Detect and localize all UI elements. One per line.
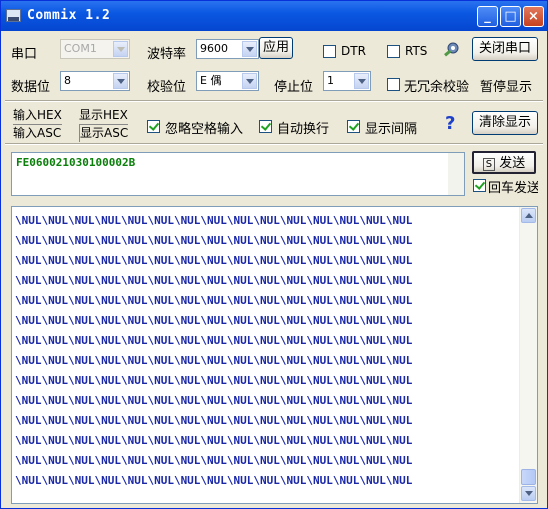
databits-label: 数据位 bbox=[11, 80, 51, 95]
ignore-space-label: 忽略空格输入 bbox=[165, 122, 244, 137]
chevron-down-icon[interactable] bbox=[113, 41, 128, 57]
parity-label: 校验位 bbox=[147, 80, 187, 95]
receive-line: \NUL\NUL\NUL\NUL\NUL\NUL\NUL\NUL\NUL\NUL… bbox=[15, 434, 413, 447]
help-icon[interactable]: ? bbox=[445, 113, 455, 134]
rts-checkbox[interactable] bbox=[387, 45, 400, 58]
auto-wrap-label: 自动换行 bbox=[277, 122, 330, 137]
show-interval-checkbox[interactable] bbox=[347, 120, 360, 133]
dtr-checkbox[interactable] bbox=[323, 45, 336, 58]
stopbits-label: 停止位 bbox=[274, 80, 314, 95]
receive-text: \NUL\NUL\NUL\NUL\NUL\NUL\NUL\NUL\NUL\NUL… bbox=[15, 211, 515, 491]
close-port-button[interactable]: 关闭串口 bbox=[472, 37, 538, 61]
baud-select[interactable]: 9600 bbox=[196, 39, 259, 59]
receive-line: \NUL\NUL\NUL\NUL\NUL\NUL\NUL\NUL\NUL\NUL… bbox=[15, 254, 413, 267]
pause-display-button[interactable]: 暂停显示 bbox=[480, 76, 532, 95]
databits-select[interactable]: 8 bbox=[60, 71, 130, 91]
enter-send-label: 回车发送 bbox=[488, 181, 538, 196]
input-asc-option[interactable]: 输入ASC bbox=[13, 125, 62, 142]
chevron-down-icon[interactable] bbox=[113, 73, 128, 89]
receive-line: \NUL\NUL\NUL\NUL\NUL\NUL\NUL\NUL\NUL\NUL… bbox=[15, 454, 413, 467]
port-select-value: COM1 bbox=[64, 42, 97, 55]
close-button[interactable]: × bbox=[523, 6, 544, 27]
enter-send-checkbox[interactable] bbox=[473, 179, 486, 192]
scroll-down-icon[interactable] bbox=[521, 486, 536, 501]
clear-display-button[interactable]: 清除显示 bbox=[472, 111, 538, 135]
display-hex-option[interactable]: 显示HEX bbox=[79, 107, 128, 124]
parity-select-value: E 偶 bbox=[200, 74, 222, 87]
ignore-space-checkbox[interactable] bbox=[147, 120, 160, 133]
show-interval-label: 显示间隔 bbox=[365, 122, 418, 137]
parity-select[interactable]: E 偶 bbox=[196, 71, 259, 91]
display-mode-toggle[interactable]: 显示HEX 显示ASC bbox=[79, 107, 129, 142]
send-scrollbar[interactable] bbox=[448, 153, 464, 195]
receive-line: \NUL\NUL\NUL\NUL\NUL\NUL\NUL\NUL\NUL\NUL… bbox=[15, 474, 413, 487]
display-asc-option[interactable]: 显示ASC bbox=[79, 124, 129, 142]
receive-line: \NUL\NUL\NUL\NUL\NUL\NUL\NUL\NUL\NUL\NUL… bbox=[15, 354, 413, 367]
no-redundant-checkbox[interactable] bbox=[387, 78, 400, 91]
receive-scrollbar[interactable] bbox=[519, 207, 537, 503]
send-button-label: 发送 bbox=[499, 156, 526, 171]
stopbits-select-value: 1 bbox=[327, 74, 334, 87]
port-label: 串口 bbox=[11, 47, 38, 62]
no-redundant-label: 无冗余校验 bbox=[404, 80, 470, 95]
databits-select-value: 8 bbox=[64, 74, 71, 87]
tools-icon[interactable] bbox=[442, 41, 460, 59]
baud-select-value: 9600 bbox=[200, 42, 228, 55]
input-mode-toggle[interactable]: 输入HEX 输入ASC bbox=[13, 107, 62, 142]
port-select[interactable]: COM1 bbox=[60, 39, 130, 59]
commix-window: Commix 1.2 _ □ × 串口 COM1 波特率 9600 应用 DTR… bbox=[0, 0, 548, 509]
receive-line: \NUL\NUL\NUL\NUL\NUL\NUL\NUL\NUL\NUL\NUL… bbox=[15, 274, 413, 287]
chevron-down-icon[interactable] bbox=[242, 41, 257, 57]
receive-area[interactable]: \NUL\NUL\NUL\NUL\NUL\NUL\NUL\NUL\NUL\NUL… bbox=[11, 206, 538, 504]
receive-line: \NUL\NUL\NUL\NUL\NUL\NUL\NUL\NUL\NUL\NUL… bbox=[15, 394, 413, 407]
receive-line: \NUL\NUL\NUL\NUL\NUL\NUL\NUL\NUL\NUL\NUL… bbox=[15, 234, 413, 247]
rts-label: RTS bbox=[405, 44, 428, 58]
scroll-up-icon[interactable] bbox=[521, 208, 536, 223]
chevron-down-icon[interactable] bbox=[354, 73, 369, 89]
baud-label: 波特率 bbox=[147, 47, 187, 62]
input-hex-option[interactable]: 输入HEX bbox=[13, 107, 62, 125]
receive-line: \NUL\NUL\NUL\NUL\NUL\NUL\NUL\NUL\NUL\NUL… bbox=[15, 374, 413, 387]
stopbits-select[interactable]: 1 bbox=[323, 71, 371, 91]
receive-line: \NUL\NUL\NUL\NUL\NUL\NUL\NUL\NUL\NUL\NUL… bbox=[15, 334, 413, 347]
window-title: Commix 1.2 bbox=[27, 8, 111, 23]
title-bar[interactable]: Commix 1.2 _ □ × bbox=[1, 1, 547, 31]
receive-line: \NUL\NUL\NUL\NUL\NUL\NUL\NUL\NUL\NUL\NUL… bbox=[15, 314, 413, 327]
chevron-down-icon[interactable] bbox=[242, 73, 257, 89]
apply-button[interactable]: 应用 bbox=[259, 37, 293, 59]
receive-line: \NUL\NUL\NUL\NUL\NUL\NUL\NUL\NUL\NUL\NUL… bbox=[15, 294, 413, 307]
divider bbox=[5, 143, 543, 145]
send-key-hint: S bbox=[482, 158, 496, 171]
divider bbox=[5, 100, 543, 102]
minimize-button[interactable]: _ bbox=[477, 6, 498, 27]
auto-wrap-checkbox[interactable] bbox=[259, 120, 272, 133]
send-input[interactable]: FE060021030100002B bbox=[11, 152, 465, 196]
send-text: FE060021030100002B bbox=[16, 156, 136, 169]
receive-line: \NUL\NUL\NUL\NUL\NUL\NUL\NUL\NUL\NUL\NUL… bbox=[15, 214, 413, 227]
scroll-thumb[interactable] bbox=[521, 469, 536, 485]
send-button[interactable]: S 发送 bbox=[472, 151, 536, 174]
receive-line: \NUL\NUL\NUL\NUL\NUL\NUL\NUL\NUL\NUL\NUL… bbox=[15, 414, 413, 427]
dtr-label: DTR bbox=[341, 44, 366, 58]
app-icon bbox=[6, 9, 21, 22]
maximize-button[interactable]: □ bbox=[500, 6, 521, 27]
